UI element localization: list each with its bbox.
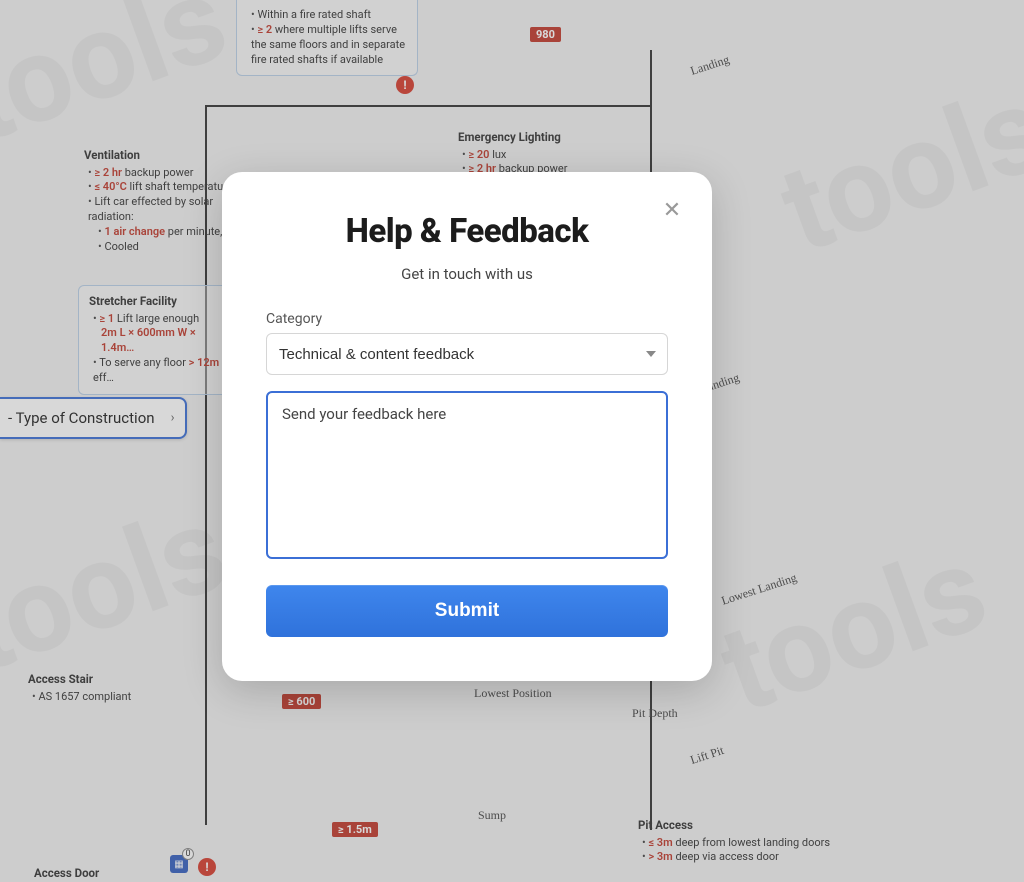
dimension-15m: ≥ 1.5m — [332, 822, 378, 837]
label-sump: Sump — [478, 808, 506, 823]
nav-type-of-construction[interactable]: - Type of Construction › — [0, 397, 187, 439]
dimension-980: 980 — [530, 27, 561, 42]
dimension-600: ≥ 600 — [282, 694, 321, 709]
modal-title: Help & Feedback — [266, 212, 668, 251]
toolbar-badge: 0 — [182, 848, 194, 860]
category-label: Category — [266, 311, 668, 327]
info-icon[interactable]: ! — [198, 858, 216, 876]
fire-shaft-callout: Within a fire rated shaft ≥ 2 where mult… — [236, 0, 418, 76]
modal-subtitle: Get in touch with us — [266, 265, 668, 283]
chevron-right-icon: › — [171, 411, 175, 426]
category-select[interactable]: Technical & content feedback — [266, 333, 668, 375]
access-stair-callout: Access Stair AS 1657 compliant — [28, 672, 178, 704]
close-button[interactable]: ✕ — [658, 196, 686, 224]
stretcher-callout: Stretcher Facility ≥ 1 Lift large enough… — [78, 285, 238, 395]
category-select-wrap: Technical & content feedback — [266, 333, 668, 375]
emergency-lighting-callout: Emergency Lighting ≥ 20 lux ≥ 2 hr backu… — [458, 130, 608, 177]
pit-access-callout: Pit Access ≤ 3m deep from lowest landing… — [638, 818, 898, 865]
info-icon[interactable]: ! — [396, 76, 414, 94]
label-pit-depth: Pit Depth — [632, 706, 678, 721]
nav-label: - Type of Construction — [8, 409, 155, 427]
close-icon: ✕ — [663, 197, 681, 223]
label-lowest-position: Lowest Position — [474, 686, 552, 701]
help-feedback-modal: ✕ Help & Feedback Get in touch with us C… — [222, 172, 712, 681]
submit-button[interactable]: Submit — [266, 585, 668, 637]
feedback-textarea[interactable] — [266, 391, 668, 559]
access-door-callout: Access Door — [34, 866, 184, 882]
